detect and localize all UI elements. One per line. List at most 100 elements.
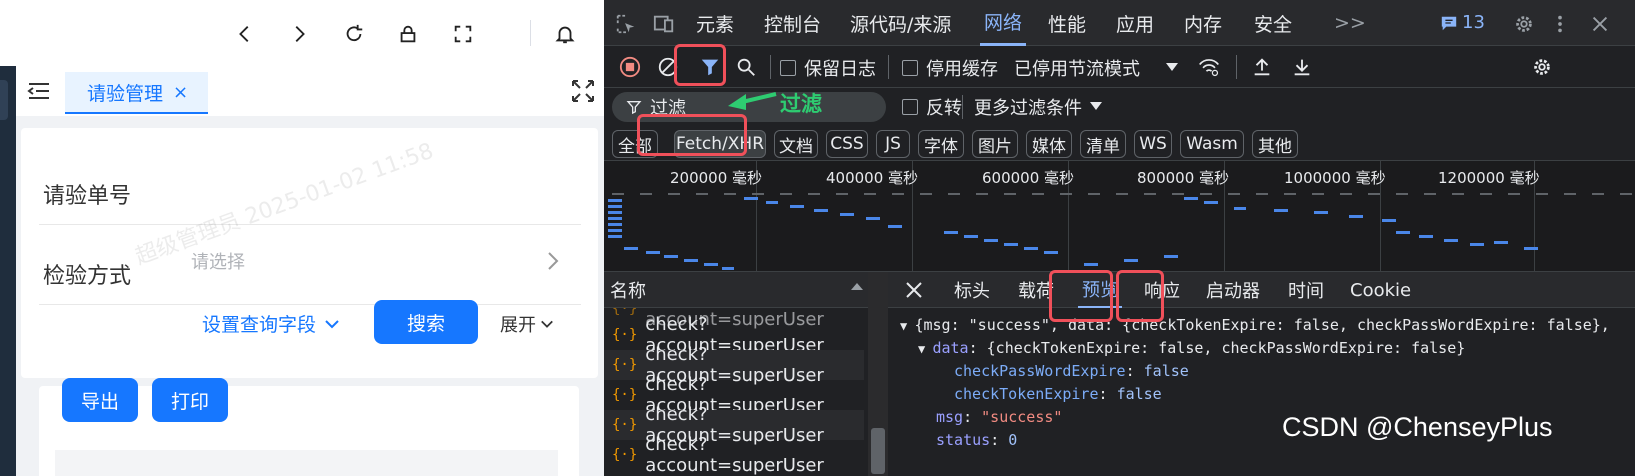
tab-inspection-request[interactable]: 请验管理 × [65, 72, 208, 114]
detail-tab-preview[interactable]: 预览 [1078, 272, 1122, 308]
search-icon[interactable] [734, 55, 758, 79]
detail-tab-initiator[interactable]: 启动器 [1206, 272, 1260, 308]
detail-tab-timing[interactable]: 时间 [1288, 272, 1324, 308]
export-button[interactable]: 导出 [62, 378, 138, 422]
detail-tab-response[interactable]: 响应 [1144, 272, 1180, 308]
forward-icon[interactable] [285, 20, 313, 48]
timeline-dash [1088, 193, 1100, 195]
search-button[interactable]: 搜索 [374, 300, 478, 344]
detail-tab-headers[interactable]: 标头 [954, 272, 990, 308]
timeline-dash [668, 193, 680, 195]
filter-funnel-icon[interactable] [698, 55, 722, 79]
toolbar-divider [1236, 55, 1237, 79]
request-list-scrollbar[interactable] [868, 272, 888, 476]
fullscreen-icon[interactable] [449, 20, 477, 48]
timeline-request-bar [646, 251, 660, 254]
kebab-menu-icon[interactable] [1550, 12, 1570, 36]
timeline-dash [1340, 193, 1352, 195]
network-overview-timeline[interactable]: 200000 毫秒 400000 毫秒 600000 毫秒 800000 毫秒 … [604, 160, 1635, 273]
expand-view-icon[interactable] [570, 78, 596, 104]
network-conditions-icon[interactable] [1196, 55, 1222, 79]
panel-tab-console[interactable]: 控制台 [764, 0, 821, 46]
detail-tab-payload[interactable]: 载荷 [1018, 272, 1054, 308]
chevron-right-icon[interactable] [545, 250, 561, 272]
device-toolbar-icon[interactable] [652, 12, 676, 36]
lock-icon[interactable] [394, 20, 422, 48]
set-query-fields-button[interactable]: 设置查询字段 [202, 310, 340, 337]
timeline-request-bar [608, 223, 622, 226]
timeline-dash [640, 193, 652, 195]
issues-badge[interactable]: 13 [1440, 12, 1485, 33]
timeline-request-bar [608, 229, 622, 232]
type-chip-css[interactable]: CSS [826, 130, 868, 158]
devtools-panel: 元素 控制台 源代码/来源 网络 性能 应用 内存 安全 >> 13 保留日志 … [604, 0, 1635, 476]
timeline-request-bar [1314, 211, 1328, 214]
back-icon[interactable] [231, 20, 259, 48]
close-devtools-icon[interactable] [1588, 12, 1612, 36]
throttling-select[interactable]: 已停用节流模式 [1014, 55, 1178, 81]
type-chip-manifest[interactable]: 清单 [1080, 130, 1126, 158]
panel-tab-memory[interactable]: 内存 [1184, 0, 1222, 46]
csdn-credit: CSDN @ChenseyPlus [1282, 412, 1553, 442]
json-key: msg [936, 408, 964, 426]
type-chip-doc[interactable]: 文档 [774, 130, 818, 158]
timeline-request-bar [608, 211, 622, 214]
sidebar-handle[interactable] [0, 80, 8, 120]
more-tabs-icon[interactable]: >> [1334, 0, 1366, 46]
download-har-icon[interactable] [1290, 55, 1314, 79]
more-filters-dropdown[interactable]: 更多过滤条件 [974, 94, 1102, 120]
menu-toggle-icon[interactable] [26, 78, 52, 104]
network-settings-gear-icon[interactable] [1530, 55, 1554, 79]
timeline-dash [1116, 193, 1128, 195]
expand-button[interactable]: 展开 [500, 311, 554, 337]
panel-tab-performance[interactable]: 性能 [1048, 0, 1086, 46]
upload-har-icon[interactable] [1250, 55, 1274, 79]
timeline-request-bar [984, 239, 998, 242]
panel-tab-elements[interactable]: 元素 [696, 0, 734, 46]
form-divider [39, 304, 581, 305]
type-chip-js[interactable]: JS [876, 130, 910, 158]
record-stop-icon[interactable] [618, 55, 642, 79]
detail-tab-cookies[interactable]: Cookie [1350, 272, 1411, 308]
checkbox-box [780, 60, 796, 76]
type-chip-all[interactable]: 全部 [612, 130, 658, 158]
request-row[interactable]: {·} check?account=superUser [604, 434, 864, 476]
type-chip-img[interactable]: 图片 [972, 130, 1018, 158]
refresh-icon[interactable] [340, 20, 368, 48]
panel-tab-application[interactable]: 应用 [1116, 0, 1154, 46]
type-chip-ws[interactable]: WS [1134, 130, 1172, 158]
panel-tab-security[interactable]: 安全 [1254, 0, 1292, 46]
json-data-line[interactable]: ▼ data: {checkTokenExpire: false, checkP… [918, 339, 1465, 357]
type-chip-fetch-xhr[interactable]: Fetch/XHR [674, 130, 766, 158]
type-chip-other[interactable]: 其他 [1252, 130, 1298, 158]
timeline-request-bar [1396, 231, 1410, 234]
invert-checkbox[interactable]: 反转 [902, 94, 962, 120]
scroll-up-icon[interactable] [850, 280, 864, 294]
type-chip-font[interactable]: 字体 [918, 130, 964, 158]
timeline-dash [1004, 193, 1016, 195]
panel-tab-network[interactable]: 网络 [980, 0, 1027, 46]
json-value: false [1116, 385, 1162, 403]
inspection-method-select[interactable]: 请选择 [191, 248, 245, 274]
scrollbar-thumb[interactable] [871, 428, 885, 474]
disable-cache-checkbox[interactable]: 停用缓存 [902, 55, 998, 81]
request-name: check?account=superUser [645, 434, 824, 476]
tab-close-icon[interactable]: × [173, 82, 188, 103]
type-chip-media[interactable]: 媒体 [1026, 130, 1072, 158]
invert-label: 反转 [926, 98, 962, 119]
timeline-request-bar [608, 205, 622, 208]
timeline-dash [1172, 193, 1184, 195]
bell-icon[interactable] [551, 20, 579, 48]
type-chip-wasm[interactable]: Wasm [1180, 130, 1244, 158]
settings-gear-icon[interactable] [1512, 12, 1536, 36]
name-column-header[interactable]: 名称 [604, 272, 870, 308]
panel-tab-sources[interactable]: 源代码/来源 [850, 0, 951, 46]
json-root-line[interactable]: ▼ {msg: "success", data: {checkTokenExpi… [900, 316, 1610, 334]
preserve-log-checkbox[interactable]: 保留日志 [780, 55, 876, 81]
inspect-element-icon[interactable] [614, 12, 638, 36]
close-detail-icon[interactable] [904, 280, 924, 300]
print-button[interactable]: 打印 [152, 378, 228, 422]
tab-bar: 请验管理 × [16, 66, 604, 116]
request-list: 名称 {·} check?account=superUser {·} check?a… [604, 272, 870, 476]
clear-icon[interactable] [656, 55, 680, 79]
